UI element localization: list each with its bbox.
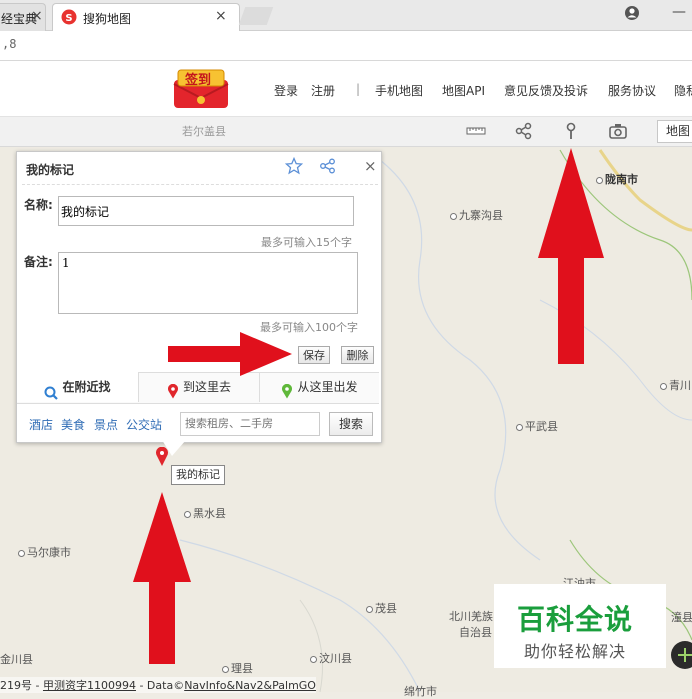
map-toolbar: [0, 117, 692, 147]
nearby-search-input[interactable]: [180, 412, 320, 436]
city-dot-icon: [516, 423, 523, 431]
tab-label: 搜狗地图: [83, 12, 132, 26]
sogou-favicon-icon: S: [61, 9, 77, 25]
place-wenchuan[interactable]: 汶川县: [310, 650, 352, 666]
tab-nearby-label: 在附近找: [62, 380, 111, 394]
name-hint: 最多可输入15个字: [261, 236, 352, 249]
nav-service-terms[interactable]: 服务协议: [608, 82, 656, 99]
place-jiuzhaigou[interactable]: 九寨沟县: [450, 207, 503, 223]
browser-tab-bar: 经宝典 × S 搜狗地图 × —: [0, 0, 692, 31]
nav-divider: |: [356, 82, 361, 96]
share-icon[interactable]: [319, 158, 337, 174]
delete-button[interactable]: 删除: [341, 346, 374, 364]
star-icon[interactable]: [284, 156, 304, 175]
city-dot-icon: [366, 605, 373, 613]
signin-label: 签到: [185, 73, 212, 88]
category-food[interactable]: 美食: [61, 416, 85, 433]
browser-tab-active[interactable]: S 搜狗地图 ×: [52, 3, 240, 31]
attribution-license-link[interactable]: 甲测资字1100994: [43, 679, 136, 692]
popup-title: 我的标记: [26, 163, 75, 177]
red-pin-icon: [167, 380, 179, 399]
minimize-button[interactable]: —: [672, 4, 686, 20]
search-button[interactable]: 搜索: [329, 412, 373, 436]
save-button[interactable]: 保存: [298, 346, 330, 364]
popup-tail: [162, 440, 186, 456]
place-qingchuan[interactable]: 青川: [660, 377, 691, 393]
city-dot-icon: [450, 212, 457, 220]
share-icon[interactable]: [514, 122, 534, 140]
ruler-icon[interactable]: [466, 122, 486, 140]
nav-map-api[interactable]: 地图API: [442, 82, 485, 99]
watermark-subtitle: 助你轻松解决: [524, 642, 627, 661]
place-jinchuan[interactable]: 金川县: [0, 651, 33, 667]
site-header: [0, 61, 692, 117]
browser-tab-prev[interactable]: 经宝典 ×: [0, 3, 46, 31]
tab-start-here-label: 从这里出发: [297, 380, 358, 394]
place-maerkang[interactable]: 马尔康市: [18, 544, 71, 560]
tab-go-here-label: 到这里去: [182, 380, 231, 394]
nav-feedback[interactable]: 意见反馈及投诉: [504, 82, 588, 99]
pin-icon[interactable]: [561, 122, 581, 140]
marker-label[interactable]: 我的标记: [171, 465, 225, 485]
place-beichuan-1[interactable]: 北川羌族: [449, 608, 493, 624]
map-attribution: 219号 - 甲测资字1100994 - Data©NavInfo&Nav2&P…: [0, 677, 316, 693]
close-icon[interactable]: ×: [215, 8, 227, 24]
nav-register[interactable]: 注册: [311, 82, 335, 99]
arrow-up-icon: [536, 146, 606, 366]
svg-text:S: S: [65, 13, 72, 24]
note-input[interactable]: 1: [58, 252, 358, 314]
close-icon[interactable]: ×: [364, 157, 377, 175]
name-input[interactable]: [58, 196, 354, 226]
place-pingwu[interactable]: 平武县: [516, 418, 558, 434]
nav-login[interactable]: 登录: [274, 82, 298, 99]
map-type-button[interactable]: 地图: [657, 120, 692, 143]
attribution-data-link[interactable]: NavInfo&Nav2&PalmGO: [184, 679, 316, 692]
url-text[interactable]: ,8: [2, 37, 16, 51]
place-mianzhu[interactable]: 绵竹市: [404, 683, 437, 699]
city-dot-icon: [18, 549, 25, 557]
category-hotel[interactable]: 酒店: [29, 416, 53, 433]
close-icon[interactable]: ×: [31, 8, 43, 24]
search-icon: [44, 381, 59, 400]
category-scenic[interactable]: 景点: [94, 416, 118, 433]
place-beichuan-2[interactable]: 自治县: [459, 624, 492, 640]
city-dot-icon: [222, 665, 229, 673]
attribution-prefix: 219号 -: [0, 679, 43, 692]
place-maoxian[interactable]: 茂县: [366, 600, 397, 616]
green-pin-icon: [281, 380, 293, 399]
popup-divider: [22, 184, 378, 185]
arrow-right-icon: [166, 330, 294, 378]
place-zitong[interactable]: 潼县: [671, 609, 692, 625]
address-bar[interactable]: [0, 31, 692, 61]
attribution-mid: - Data©: [135, 679, 185, 692]
tab-nearby[interactable]: 在附近找: [17, 372, 139, 402]
map-control-icon[interactable]: [670, 640, 692, 670]
category-bus-stop[interactable]: 公交站: [126, 416, 162, 433]
note-label: 备注:: [24, 255, 53, 269]
nav-mobile-map[interactable]: 手机地图: [375, 82, 423, 99]
city-dot-icon: [310, 655, 317, 663]
nav-privacy[interactable]: 隐私: [674, 82, 692, 99]
user-icon[interactable]: [624, 5, 640, 21]
new-tab-button[interactable]: [238, 7, 274, 25]
place-lixian[interactable]: 理县: [222, 660, 253, 676]
signin-badge[interactable]: 签到: [172, 68, 230, 110]
name-label: 名称:: [24, 198, 53, 212]
place-ruoergai[interactable]: 若尔盖县: [182, 123, 226, 139]
arrow-up-icon: [131, 490, 193, 666]
city-dot-icon: [660, 382, 667, 390]
watermark-title: 百科全说: [517, 603, 634, 636]
camera-icon[interactable]: [608, 122, 628, 140]
